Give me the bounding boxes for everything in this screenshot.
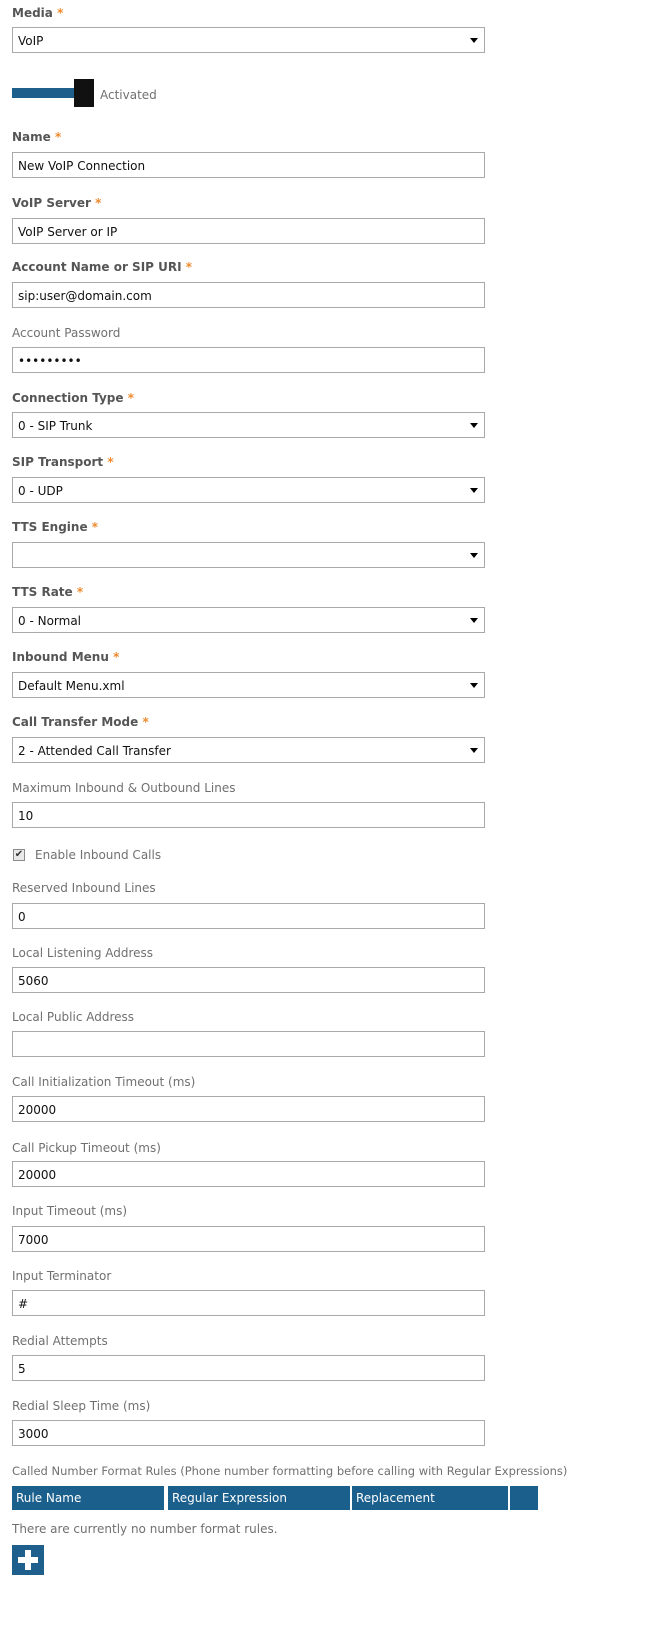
call-init-timeout-field[interactable]: 20000 <box>12 1096 485 1122</box>
enable-inbound-label: Enable Inbound Calls <box>35 848 162 862</box>
account-name-field[interactable]: sip:user@domain.com <box>12 282 485 308</box>
connection-type-label: Connection Type * <box>12 391 134 405</box>
chevron-down-icon <box>470 553 478 558</box>
connection-type-select[interactable]: 0 - SIP Trunk <box>12 412 485 438</box>
input-terminator-field[interactable]: # <box>12 1290 485 1316</box>
chevron-down-icon <box>470 748 478 753</box>
name-field[interactable]: New VoIP Connection <box>12 152 485 178</box>
rules-header-rule-name[interactable]: Rule Name <box>12 1486 164 1510</box>
input-terminator-label: Input Terminator <box>12 1269 112 1283</box>
call-transfer-mode-label: Call Transfer Mode * <box>12 715 149 729</box>
sip-transport-select[interactable]: 0 - UDP <box>12 477 485 503</box>
activation-label: Activated <box>100 88 157 102</box>
max-lines-field[interactable]: 10 <box>12 802 485 828</box>
activation-toggle[interactable] <box>12 79 94 107</box>
chevron-down-icon <box>470 423 478 428</box>
call-init-timeout-label: Call Initialization Timeout (ms) <box>12 1075 196 1089</box>
local-listening-label: Local Listening Address <box>12 946 154 960</box>
tts-engine-select[interactable] <box>12 542 485 568</box>
call-transfer-mode-select[interactable]: 2 - Attended Call Transfer <box>12 737 485 763</box>
account-name-label: Account Name or SIP URI * <box>12 260 193 274</box>
call-pickup-timeout-field[interactable]: 20000 <box>12 1161 485 1187</box>
redial-sleep-label: Redial Sleep Time (ms) <box>12 1399 151 1413</box>
account-password-field[interactable]: ••••••••• <box>12 347 485 373</box>
chevron-down-icon <box>470 618 478 623</box>
tts-rate-select[interactable]: 0 - Normal <box>12 607 485 633</box>
voip-server-label: VoIP Server * <box>12 196 102 210</box>
media-label: Media * <box>12 6 64 20</box>
reserved-inbound-field[interactable]: 0 <box>12 903 485 929</box>
chevron-down-icon <box>470 683 478 688</box>
call-pickup-timeout-label: Call Pickup Timeout (ms) <box>12 1141 161 1155</box>
local-listening-field[interactable]: 5060 <box>12 967 485 993</box>
rules-header-regex[interactable]: Regular Expression <box>168 1486 350 1510</box>
max-lines-label: Maximum Inbound & Outbound Lines <box>12 781 236 795</box>
rules-header-replacement[interactable]: Replacement <box>352 1486 508 1510</box>
reserved-inbound-label: Reserved Inbound Lines <box>12 881 156 895</box>
chevron-down-icon <box>470 38 478 43</box>
rules-empty-message: There are currently no number format rul… <box>12 1522 278 1536</box>
tts-engine-label: TTS Engine * <box>12 520 99 534</box>
inbound-menu-label: Inbound Menu * <box>12 650 120 664</box>
local-public-label: Local Public Address <box>12 1010 135 1024</box>
account-password-label: Account Password <box>12 326 121 340</box>
voip-server-field[interactable]: VoIP Server or IP <box>12 218 485 244</box>
media-value: VoIP <box>18 34 44 48</box>
enable-inbound-checkbox[interactable]: ✔ <box>13 849 25 861</box>
rules-header-actions <box>510 1486 538 1510</box>
tts-rate-label: TTS Rate * <box>12 585 84 599</box>
redial-sleep-field[interactable]: 3000 <box>12 1420 485 1446</box>
add-rule-button[interactable] <box>12 1545 44 1575</box>
name-label: Name * <box>12 130 62 144</box>
inbound-menu-select[interactable]: Default Menu.xml <box>12 672 485 698</box>
redial-attempts-label: Redial Attempts <box>12 1334 108 1348</box>
media-select[interactable]: VoIP <box>12 27 485 53</box>
sip-transport-label: SIP Transport * <box>12 455 114 469</box>
input-timeout-field[interactable]: 7000 <box>12 1226 485 1252</box>
input-timeout-label: Input Timeout (ms) <box>12 1204 128 1218</box>
rules-caption: Called Number Format Rules (Phone number… <box>12 1464 568 1478</box>
redial-attempts-field[interactable]: 5 <box>12 1355 485 1381</box>
local-public-field[interactable] <box>12 1031 485 1057</box>
chevron-down-icon <box>470 488 478 493</box>
